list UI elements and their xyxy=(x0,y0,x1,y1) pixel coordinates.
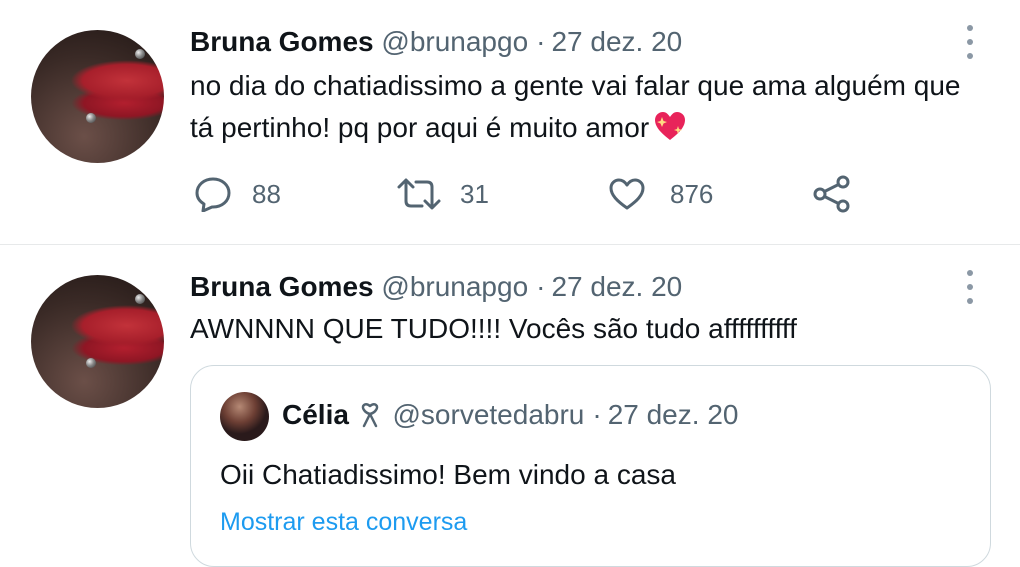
quote-date[interactable]: 27 dez. 20 xyxy=(608,399,739,430)
retweet-button[interactable]: 31 xyxy=(396,174,489,214)
piercing-detail xyxy=(86,113,96,123)
sparkling-heart-icon xyxy=(653,111,687,153)
tweet-body: no dia do chatiadissimo a gente vai fala… xyxy=(190,70,961,143)
tweet[interactable]: Bruna Gomes @brunapgo · 27 dez. 20 AWNNNN … xyxy=(0,245,1020,567)
piercing-detail xyxy=(86,358,96,368)
tweet-date[interactable]: 27 dez. 20 xyxy=(551,271,682,302)
like-button[interactable]: 876 xyxy=(608,174,713,214)
quote-avatar[interactable] xyxy=(220,392,269,441)
reply-icon xyxy=(194,176,232,212)
separator-dot: · xyxy=(536,26,546,57)
piercing-detail xyxy=(135,49,145,59)
author-name[interactable]: Bruna Gomes xyxy=(190,271,374,302)
author-handle[interactable]: @brunapgo xyxy=(381,26,528,57)
like-count: 876 xyxy=(670,178,714,209)
tweet-body: AWNNNN QUE TUDO!!!! Vocês são tudo affff… xyxy=(190,313,797,344)
avatar[interactable] xyxy=(31,30,164,163)
more-options-icon[interactable] xyxy=(962,270,978,304)
quote-author-handle[interactable]: @sorvetedabru xyxy=(393,399,585,430)
tweet-date[interactable]: 27 dez. 20 xyxy=(551,26,682,57)
show-conversation-link[interactable]: Mostrar esta conversa xyxy=(220,507,467,537)
ribbon-icon xyxy=(359,402,381,436)
author-handle[interactable]: @brunapgo xyxy=(381,271,528,302)
quote-tweet[interactable]: Célia @sorvetedabru · 27 dez. 20 Oii Chati… xyxy=(190,365,991,567)
avatar[interactable] xyxy=(31,275,164,408)
tweet-text: AWNNNN QUE TUDO!!!! Vocês são tudo affff… xyxy=(190,308,970,350)
more-options-icon[interactable] xyxy=(962,25,978,59)
tweet[interactable]: Bruna Gomes @brunapgo · 27 dez. 20 no dia … xyxy=(0,0,1020,245)
like-heart-icon xyxy=(608,177,646,211)
separator-dot: · xyxy=(536,271,546,302)
tweet-header: Bruna Gomes @brunapgo · 27 dez. 20 xyxy=(190,25,682,59)
quote-header: Célia @sorvetedabru · 27 dez. 20 xyxy=(282,398,738,436)
separator-dot: · xyxy=(592,399,602,430)
share-icon xyxy=(812,175,852,213)
quote-text: Oii Chatiadissimo! Bem vindo a casa xyxy=(220,459,676,490)
quote-author-name[interactable]: Célia xyxy=(282,399,349,430)
tweet-text: no dia do chatiadissimo a gente vai fala… xyxy=(190,65,990,153)
reply-button[interactable]: 88 xyxy=(194,174,281,214)
tweet-header: Bruna Gomes @brunapgo · 27 dez. 20 xyxy=(190,270,682,304)
retweet-icon xyxy=(396,177,442,211)
piercing-detail xyxy=(135,294,145,304)
retweet-count: 31 xyxy=(460,178,489,209)
author-name[interactable]: Bruna Gomes xyxy=(190,26,374,57)
reply-count: 88 xyxy=(252,178,281,209)
share-button[interactable] xyxy=(812,174,852,214)
